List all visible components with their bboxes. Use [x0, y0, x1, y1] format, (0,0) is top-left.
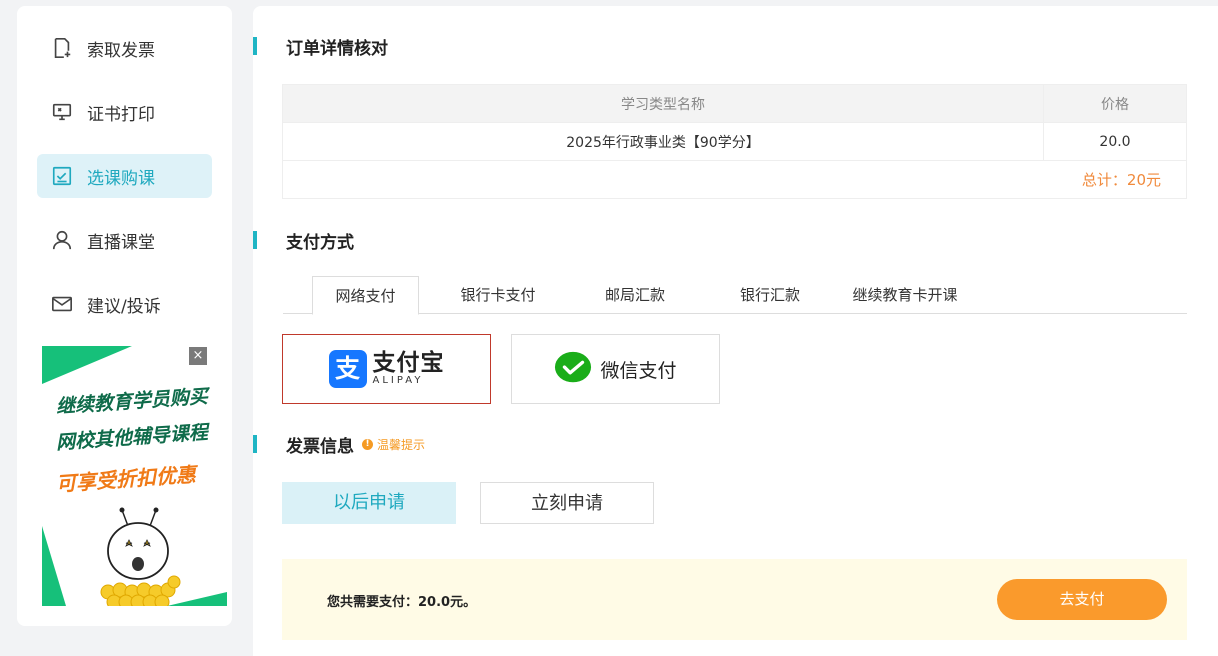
promo-line-3: 可享受折扣优惠 — [55, 458, 197, 497]
mascot-icon — [90, 506, 190, 606]
promo-decoration — [42, 346, 132, 384]
sidebar-item-label: 选课购课 — [87, 164, 155, 189]
sidebar-item-label: 建议/投诉 — [87, 292, 161, 317]
section-marker — [253, 231, 257, 249]
alipay-name: 支付宝 — [373, 351, 445, 375]
payment-tabs: 网络支付 银行卡支付 邮局汇款 银行汇款 继续教育卡开课 — [283, 276, 1187, 314]
payment-title: 支付方式 — [286, 228, 354, 253]
wechat-icon — [554, 350, 592, 388]
alipay-wordmark: 支付宝 ALIPAY — [373, 351, 445, 387]
sidebar-item-certificate[interactable]: 证书打印 — [37, 90, 212, 134]
payment-summary-bar: 您共需要支付：20.0元。 去支付 — [282, 559, 1187, 640]
sidebar-item-label: 索取发票 — [87, 36, 155, 61]
order-table: 学习类型名称 价格 2025年行政事业类【90学分】 20.0 总计：20元 — [282, 84, 1187, 199]
main-panel: 订单详情核对 学习类型名称 价格 2025年行政事业类【90学分】 20.0 总… — [253, 6, 1218, 656]
payment-section-title: 支付方式 — [253, 230, 354, 250]
apply-later-button[interactable]: 以后申请 — [282, 482, 456, 524]
wechat-pay-label: 微信支付 — [600, 356, 676, 383]
warm-tip[interactable]: ! 温馨提示 — [362, 436, 425, 453]
table-total-row: 总计：20元 — [283, 161, 1187, 199]
table-header-row: 学习类型名称 价格 — [283, 85, 1187, 123]
tab-online-pay[interactable]: 网络支付 — [312, 276, 419, 315]
section-marker — [253, 435, 257, 453]
column-header: 学习类型名称 — [283, 85, 1044, 123]
order-section-title: 订单详情核对 — [253, 36, 388, 56]
info-icon: ! — [362, 439, 373, 450]
alipay-icon: 支 — [329, 350, 367, 388]
promo-decoration — [42, 526, 66, 606]
tab-bank-card[interactable]: 银行卡支付 — [443, 276, 553, 314]
course-price: 20.0 — [1044, 123, 1187, 161]
payment-summary: 您共需要支付：20.0元。 — [327, 591, 476, 610]
wechat-pay-option[interactable]: 微信支付 — [511, 334, 720, 404]
sidebar-item-feedback[interactable]: 建议/投诉 — [37, 282, 212, 326]
column-header: 价格 — [1044, 85, 1187, 123]
sidebar-item-label: 证书打印 — [87, 100, 155, 125]
certificate-print-icon — [51, 101, 73, 123]
sidebar-item-live[interactable]: 直播课堂 — [37, 218, 212, 262]
sidebar-item-course[interactable]: 选课购课 — [37, 154, 212, 198]
checkbox-icon — [51, 165, 73, 187]
user-icon — [51, 229, 73, 251]
invoice-add-icon — [51, 37, 73, 59]
invoice-section-title: 发票信息 ! 温馨提示 — [253, 434, 425, 454]
mail-icon — [51, 293, 73, 315]
tab-edu-card[interactable]: 继续教育卡开课 — [843, 276, 967, 314]
order-title: 订单详情核对 — [286, 34, 388, 59]
table-row: 2025年行政事业类【90学分】 20.0 — [283, 123, 1187, 161]
warm-tip-label: 温馨提示 — [377, 436, 425, 453]
go-pay-button[interactable]: 去支付 — [997, 579, 1167, 620]
alipay-option[interactable]: 支 支付宝 ALIPAY — [282, 334, 491, 404]
apply-now-button[interactable]: 立刻申请 — [480, 482, 654, 524]
tab-bank-remit[interactable]: 银行汇款 — [720, 276, 820, 314]
course-name: 2025年行政事业类【90学分】 — [283, 123, 1044, 161]
tab-post-remit[interactable]: 邮局汇款 — [585, 276, 685, 314]
sidebar-item-label: 直播课堂 — [87, 228, 155, 253]
invoice-title: 发票信息 — [286, 432, 354, 457]
order-total: 总计：20元 — [283, 161, 1187, 199]
promo-line-2: 网校其他辅导课程 — [55, 417, 209, 455]
alipay-sub: ALIPAY — [373, 375, 445, 387]
sidebar: 索取发票 证书打印 选课购课 直播课堂 建议/投诉 × 继续教育学员购买 网校其… — [17, 6, 232, 626]
close-icon[interactable]: × — [189, 347, 207, 365]
promo-line-1: 继续教育学员购买 — [55, 381, 209, 419]
promo-banner[interactable]: × 继续教育学员购买 网校其他辅导课程 可享受折扣优惠 — [42, 346, 227, 606]
section-marker — [253, 37, 257, 55]
sidebar-item-invoice[interactable]: 索取发票 — [37, 26, 212, 70]
